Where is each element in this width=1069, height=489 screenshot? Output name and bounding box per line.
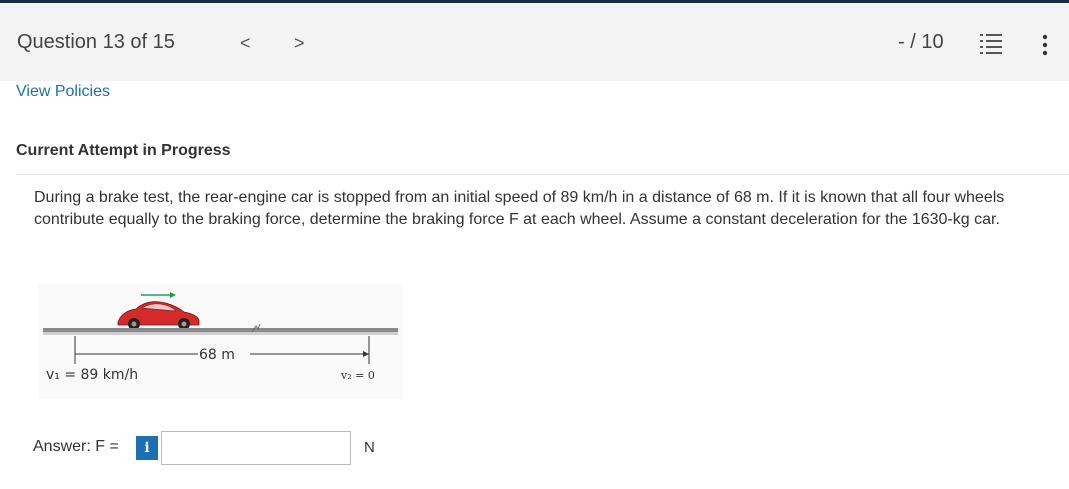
question-list-icon[interactable] — [980, 31, 1002, 55]
car-illustration — [117, 301, 200, 330]
distance-label: 68 m — [199, 347, 235, 363]
attempt-status: Current Attempt in Progress — [16, 142, 231, 159]
velocity-arrowhead — [170, 292, 176, 298]
question-title: Question 13 of 15 — [17, 31, 175, 53]
problem-figure: 68 m v₁ = 89 km/h v₂ = 0 — [38, 284, 403, 399]
answer-unit: N — [364, 439, 375, 456]
road-surface — [43, 328, 398, 332]
final-speed-label: v₂ = 0 — [340, 369, 375, 382]
section-divider — [16, 174, 1069, 175]
initial-speed-label: v₁ = 89 km/h — [46, 367, 138, 383]
info-icon[interactable]: i — [136, 436, 158, 460]
previous-question-button[interactable]: < — [240, 33, 251, 54]
answer-label: Answer: F = — [33, 438, 119, 455]
problem-statement: During a brake test, the rear-engine car… — [34, 189, 1005, 228]
road-shadow — [43, 332, 398, 335]
question-score: - / 10 — [898, 31, 944, 53]
view-policies-link[interactable]: View Policies — [16, 83, 110, 101]
dimension-arrowhead — [363, 351, 369, 357]
answer-input[interactable] — [161, 431, 351, 465]
figure-drawing: 68 m v₁ = 89 km/h v₂ = 0 — [43, 292, 398, 383]
more-vertical-icon[interactable] — [1040, 33, 1050, 57]
next-question-button[interactable]: > — [294, 33, 305, 54]
question-header: Question 13 of 15 < > - / 10 — [0, 3, 1069, 81]
